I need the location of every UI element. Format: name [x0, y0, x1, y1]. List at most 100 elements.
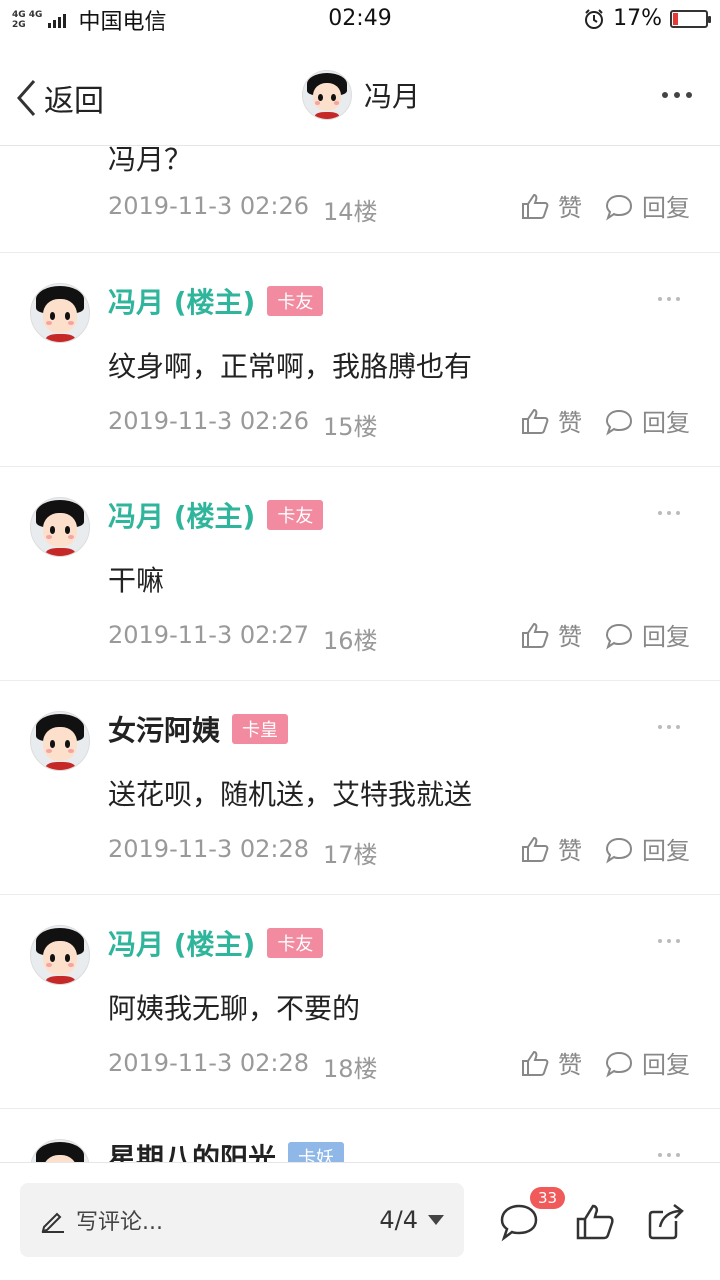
reply-button[interactable]: 回复	[604, 1045, 690, 1080]
comment-icon	[605, 623, 633, 649]
thumbs-up-icon[interactable]	[574, 1201, 616, 1243]
post-floor: 15楼	[323, 413, 378, 441]
battery-fill	[673, 12, 679, 25]
like-label: 赞	[558, 194, 582, 222]
thumbs-up-icon	[522, 193, 549, 219]
post-meta: 2019-11-3 02:26 14楼	[108, 192, 378, 227]
post-meta: 2019-11-3 02:26 15楼	[108, 407, 378, 442]
status-badge: 卡友	[267, 928, 324, 958]
thumbs-up-icon	[522, 622, 549, 648]
author-name[interactable]: 星期八的阳光	[108, 1137, 276, 1162]
more-icon[interactable]	[658, 725, 680, 729]
avatar	[302, 70, 352, 120]
more-icon[interactable]	[658, 297, 680, 301]
reply-button[interactable]: 回复	[604, 831, 690, 866]
post-meta: 2019-11-3 02:28 18楼	[108, 1049, 378, 1084]
list-item: 冯月 (楼主) 卡友 阿姨我无聊，不要的 2019-11-3 02:28 18楼…	[0, 895, 720, 1109]
like-button[interactable]: 赞	[520, 188, 582, 223]
reply-label: 回复	[642, 1051, 690, 1079]
reply-label: 回复	[642, 623, 690, 651]
more-icon[interactable]	[662, 92, 692, 98]
avatar[interactable]	[30, 711, 90, 771]
author-name[interactable]: 冯月 (楼主)	[108, 281, 255, 321]
post-text: 干嘛	[108, 564, 165, 597]
bottom-bar: 写评论... 4/4 33	[0, 1162, 720, 1280]
post-date: 2019-11-3 02:26	[108, 407, 309, 435]
nav-title: 冯月	[364, 80, 421, 113]
avatar[interactable]	[30, 925, 90, 985]
post-date: 2019-11-3 02:28	[108, 835, 309, 863]
chevron-left-icon	[16, 80, 36, 116]
list-item: 冯月？ 2019-11-3 02:26 14楼 赞 回复	[0, 146, 720, 253]
thumbs-up-icon	[522, 408, 549, 434]
author-name[interactable]: 冯月 (楼主)	[108, 923, 255, 963]
comment-icon[interactable]	[498, 1201, 540, 1243]
reply-button[interactable]: 回复	[604, 617, 690, 652]
status-right: 17%	[583, 6, 711, 31]
more-icon[interactable]	[658, 939, 680, 943]
thumbs-up-icon	[522, 836, 549, 862]
like-button[interactable]: 赞	[520, 617, 582, 652]
status-badge: 卡友	[267, 500, 324, 530]
reply-label: 回复	[642, 194, 690, 222]
like-label: 赞	[558, 837, 582, 865]
post-meta: 2019-11-3 02:28 17楼	[108, 835, 378, 870]
post-actions: 赞 回复	[520, 831, 690, 866]
author-row: 女污阿姨 卡皇	[108, 709, 289, 749]
list-item: 女污阿姨 卡皇 送花呗，随机送，艾特我就送 2019-11-3 02:28 17…	[0, 681, 720, 895]
post-floor: 18楼	[323, 1055, 378, 1083]
reply-button[interactable]: 回复	[604, 188, 690, 223]
like-button[interactable]: 赞	[520, 1045, 582, 1080]
list-item: 冯月 (楼主) 卡友 干嘛 2019-11-3 02:27 16楼 赞 回复	[0, 467, 720, 681]
avatar[interactable]	[30, 283, 90, 343]
post-actions: 赞 回复	[520, 1045, 690, 1080]
reply-label: 回复	[642, 837, 690, 865]
author-name[interactable]: 女污阿姨	[108, 709, 220, 749]
comment-input[interactable]: 写评论... 4/4	[20, 1183, 464, 1257]
page-indicator: 4/4	[379, 1206, 418, 1234]
post-text: 送花呗，随机送，艾特我就送	[108, 778, 473, 811]
status-bar: 4G 4G 2G 中国电信 02:49 17%	[0, 0, 720, 40]
caret-down-icon	[428, 1215, 444, 1225]
post-actions: 赞 回复	[520, 188, 690, 223]
more-icon[interactable]	[658, 1153, 680, 1157]
comment-count-badge: 33	[530, 1187, 566, 1209]
list-item: 冯月 (楼主) 卡友 纹身啊，正常啊，我胳膊也有 2019-11-3 02:26…	[0, 253, 720, 467]
reply-label: 回复	[642, 409, 690, 437]
battery-percent: 17%	[613, 6, 662, 31]
author-row: 冯月 (楼主) 卡友	[108, 495, 324, 535]
comment-icon	[605, 837, 633, 863]
thumbs-up-icon	[522, 1050, 549, 1076]
thread-content[interactable]: 冯月？ 2019-11-3 02:26 14楼 赞 回复 冯月 (楼主) 卡友 …	[0, 146, 720, 1162]
back-label: 返回	[44, 84, 104, 119]
comment-placeholder: 写评论...	[76, 1210, 163, 1235]
avatar[interactable]	[30, 1139, 90, 1162]
pencil-icon	[41, 1212, 64, 1233]
status-badge: 卡友	[267, 286, 324, 316]
nav-title-group[interactable]: 冯月	[302, 70, 420, 120]
page-selector[interactable]: 4/4	[379, 1206, 444, 1234]
post-text: 阿姨我无聊，不要的	[108, 992, 361, 1025]
reply-button[interactable]: 回复	[604, 403, 690, 438]
author-row: 星期八的阳光 卡妖	[108, 1137, 345, 1162]
share-icon[interactable]	[646, 1201, 688, 1243]
like-label: 赞	[558, 409, 582, 437]
nav-bar: 返回 冯月	[0, 40, 720, 146]
author-name[interactable]: 冯月 (楼主)	[108, 495, 255, 535]
comment-icon	[605, 194, 633, 220]
post-meta: 2019-11-3 02:27 16楼	[108, 621, 378, 656]
post-date: 2019-11-3 02:27	[108, 621, 309, 649]
author-row: 冯月 (楼主) 卡友	[108, 281, 324, 321]
post-floor: 16楼	[323, 627, 378, 655]
post-date: 2019-11-3 02:28	[108, 1049, 309, 1077]
avatar[interactable]	[30, 497, 90, 557]
like-button[interactable]: 赞	[520, 403, 582, 438]
post-date: 2019-11-3 02:26	[108, 192, 309, 220]
like-label: 赞	[558, 623, 582, 651]
author-row: 冯月 (楼主) 卡友	[108, 923, 324, 963]
back-button[interactable]: 返回	[14, 76, 104, 120]
like-button[interactable]: 赞	[520, 831, 582, 866]
post-floor: 17楼	[323, 841, 378, 869]
post-actions: 赞 回复	[520, 403, 690, 438]
more-icon[interactable]	[658, 511, 680, 515]
